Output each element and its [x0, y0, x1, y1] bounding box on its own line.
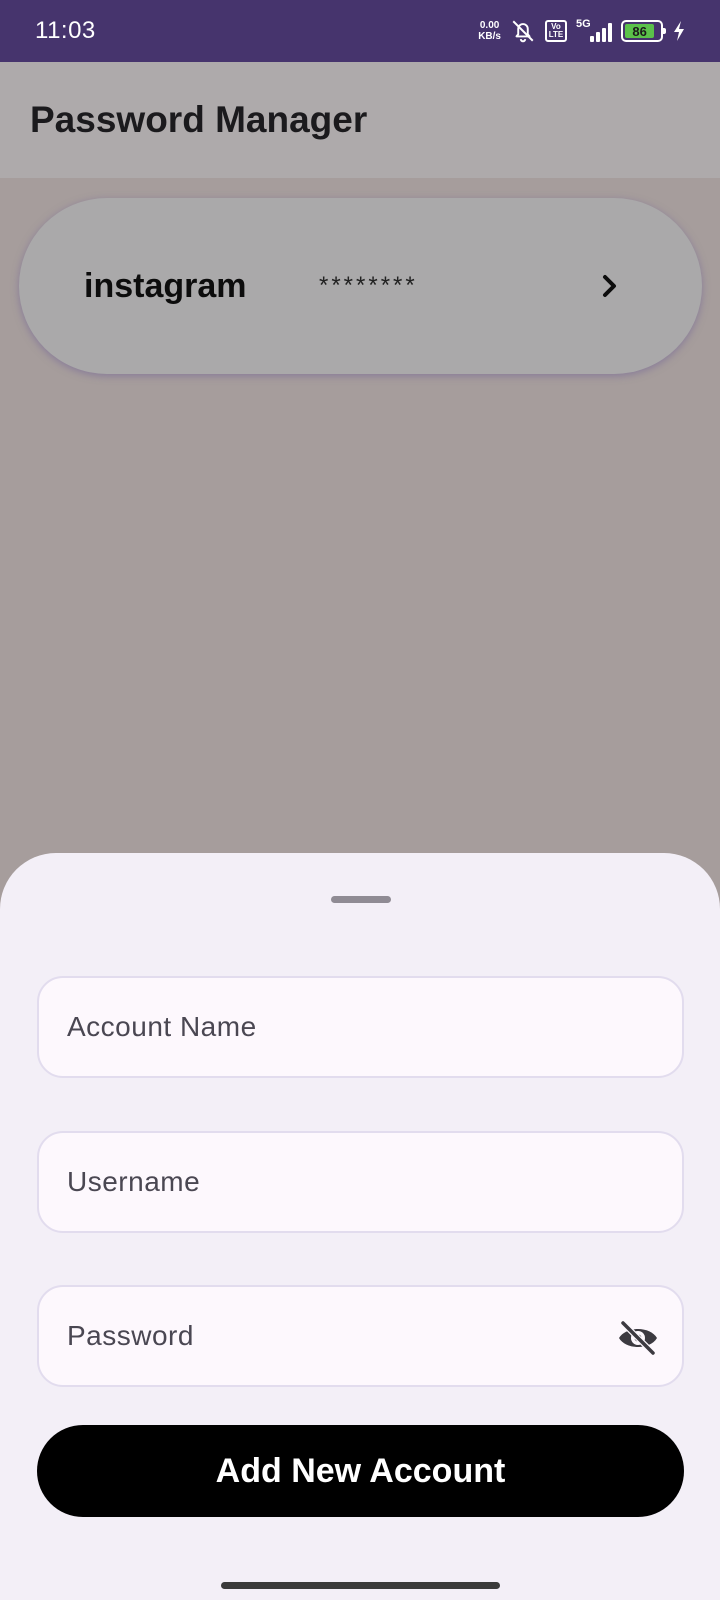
signal-bar — [602, 28, 606, 42]
account-name-field[interactable] — [37, 976, 684, 1078]
mute-bell-icon — [512, 20, 534, 43]
add-account-sheet: Add New Account — [0, 853, 720, 1600]
add-new-account-button[interactable]: Add New Account — [37, 1425, 684, 1517]
app-bar: Password Manager — [0, 62, 720, 178]
status-bar: 11:03 0.00 KB/s Vo LTE 5G 86 — [0, 0, 720, 62]
home-indicator — [221, 1582, 500, 1589]
signal-bar — [608, 23, 612, 42]
volte-bottom-label: LTE — [548, 30, 564, 39]
battery-nub — [663, 28, 666, 34]
password-input[interactable] — [67, 1320, 587, 1352]
network-type-label: 5G — [576, 18, 591, 30]
account-password-masked: ******** — [319, 272, 418, 299]
signal-bar — [590, 36, 594, 42]
chevron-right-icon[interactable] — [600, 272, 620, 300]
account-name-input[interactable] — [67, 1011, 587, 1043]
network-speed-unit: KB/s — [478, 31, 501, 42]
page-title: Password Manager — [30, 99, 368, 140]
screen: 11:03 0.00 KB/s Vo LTE 5G 86 Password Ma… — [0, 0, 720, 1600]
signal-bar — [596, 32, 600, 42]
drag-handle[interactable] — [331, 896, 391, 903]
network-speed-value: 0.00 — [479, 20, 500, 31]
signal-icon: 5G — [576, 18, 612, 42]
username-field[interactable] — [37, 1131, 684, 1233]
account-card[interactable]: instagram ******** — [19, 198, 702, 374]
password-field[interactable] — [37, 1285, 684, 1387]
network-speed: 0.00 KB/s — [478, 20, 501, 42]
battery-icon: 86 — [621, 20, 666, 42]
account-name: instagram — [84, 266, 247, 305]
eye-off-icon[interactable] — [616, 1320, 660, 1356]
status-time: 11:03 — [35, 17, 96, 44]
username-input[interactable] — [67, 1166, 587, 1198]
charging-bolt-icon — [674, 21, 684, 41]
battery-level: 86 — [625, 24, 655, 39]
status-icons: 0.00 KB/s Vo LTE 5G 86 — [478, 18, 686, 44]
volte-icon: Vo LTE — [545, 20, 567, 42]
